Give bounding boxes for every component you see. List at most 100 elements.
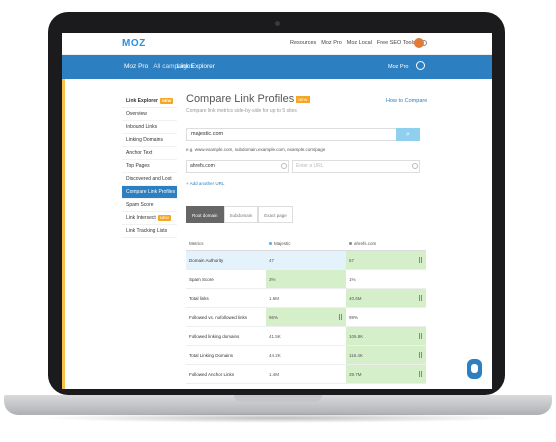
- table-row: Total links 1.6M 40.6M: [186, 289, 426, 308]
- tab-subdomain[interactable]: Subdomain: [223, 206, 259, 223]
- sidebar-item-discovered-lost[interactable]: Discovered and Lost: [122, 173, 177, 186]
- metric-name: Total Linking Domains: [189, 353, 234, 358]
- metric-value-a: 47: [266, 251, 346, 269]
- metric-name: Followed Anchor Links: [189, 372, 235, 377]
- table-row: Followed linking domains 41.5K 106.8K: [186, 327, 426, 346]
- table-row: Spam Score 3% 1%: [186, 270, 426, 289]
- series-dot: [269, 242, 272, 245]
- metric-value-b: 99%: [349, 315, 359, 320]
- sidebar-item-label: Link Intersect: [126, 215, 156, 221]
- tool-title: Link Explorer: [177, 63, 215, 70]
- column-header-site-b: ahrefs.com: [346, 237, 426, 250]
- screen: MOZ Resources Moz Pro Moz Local Free SEO…: [62, 33, 492, 389]
- account-label[interactable]: Moz Pro: [388, 64, 408, 70]
- metric-value-b: 39.7M: [346, 365, 426, 383]
- column-header-site-a: Majestic: [266, 237, 346, 250]
- expand-icon[interactable]: [419, 295, 422, 301]
- section-label: Moz Pro: [124, 63, 149, 70]
- metric-value: 39.7M: [349, 372, 362, 377]
- top-nav: Resources Moz Pro Moz Local Free SEO Too…: [290, 40, 427, 46]
- metric-value: 116.4K: [349, 353, 363, 358]
- expand-icon[interactable]: [419, 371, 422, 377]
- compare-url-input-1[interactable]: ahrefs.com: [186, 160, 289, 173]
- moz-logo[interactable]: MOZ: [122, 38, 146, 49]
- url-input[interactable]: majestic.com: [186, 128, 410, 141]
- url-caption: e.g. www.example.com, subdomain.example.…: [186, 147, 326, 152]
- page-title-text: Compare Link Profiles: [186, 93, 295, 105]
- table-header: Metrics Majestic ahrefs.com: [186, 237, 426, 251]
- clear-icon[interactable]: [412, 163, 418, 169]
- table-row: Total Linking Domains 44.2K 116.4K: [186, 346, 426, 365]
- page-subtitle: Compare link metrics side-by-side for up…: [186, 108, 297, 114]
- table-row: Followed Anchor Links 1.4M 39.7M: [186, 365, 426, 384]
- tool-bar: Moz Pro All campaigns Link Explorer Moz P…: [62, 55, 492, 79]
- metric-value: 106.8K: [349, 334, 364, 339]
- sidebar-item-linking-domains[interactable]: Linking Domains: [122, 134, 177, 147]
- laptop-shadow: [40, 413, 516, 423]
- clear-icon[interactable]: [281, 163, 287, 169]
- sidebar-item-overview[interactable]: Overview: [122, 108, 177, 121]
- new-badge: NEW: [296, 95, 310, 103]
- metric-value-a: 1.6M: [269, 296, 280, 301]
- power-icon[interactable]: [416, 61, 425, 70]
- sidebar-item-anchor-text[interactable]: Anchor Text: [122, 147, 177, 160]
- expand-icon[interactable]: [419, 352, 422, 358]
- metric-value-a: 44.2K: [269, 353, 281, 358]
- metric-value-b: 106.8K: [346, 327, 426, 345]
- metric-value-b: 40.6M: [346, 289, 426, 307]
- metric-value-b: 67: [346, 251, 426, 269]
- tab-exact-page[interactable]: Exact page: [258, 206, 293, 223]
- nav-moz-local[interactable]: Moz Local: [347, 40, 372, 46]
- metric-name: Followed linking domains: [189, 334, 240, 339]
- expand-icon[interactable]: [339, 314, 342, 320]
- tab-root-domain[interactable]: Root domain: [186, 206, 224, 223]
- feedback-tab[interactable]: [62, 79, 65, 389]
- metrics-table: Metrics Majestic ahrefs.com Domain Autho…: [186, 237, 426, 384]
- metric-value-a: 96%: [266, 308, 346, 326]
- top-bar: MOZ Resources Moz Pro Moz Local Free SEO…: [62, 33, 492, 55]
- sidebar-item-inbound-links[interactable]: Inbound Links: [122, 121, 177, 134]
- column-header-metrics: Metrics: [189, 241, 204, 246]
- metric-value-b: 1%: [349, 277, 356, 282]
- search-button[interactable]: ⌕: [396, 128, 420, 141]
- new-badge: NEW: [159, 98, 174, 104]
- table-row: Followed vs. nofollowed links 96% 99%: [186, 308, 426, 327]
- expand-icon[interactable]: [419, 333, 422, 339]
- chat-button[interactable]: [467, 359, 482, 379]
- column-header-label: ahrefs.com: [354, 241, 377, 246]
- metric-value-b: 116.4K: [346, 346, 426, 364]
- avatar[interactable]: [414, 38, 424, 48]
- sidebar-item-spam-score[interactable]: Spam Score: [122, 199, 177, 212]
- laptop-notch: [234, 395, 322, 402]
- compare-url-input-2[interactable]: Enter a URL: [292, 160, 420, 173]
- metric-value-a: 1.4M: [269, 372, 280, 377]
- nav-resources[interactable]: Resources: [290, 40, 316, 46]
- nav-moz-pro[interactable]: Moz Pro: [321, 40, 341, 46]
- camera: [275, 21, 280, 26]
- scope-tabs: Root domain Subdomain Exact page: [186, 206, 293, 223]
- metric-value: 96%: [269, 315, 279, 320]
- add-url-link[interactable]: + Add another URL: [186, 181, 224, 186]
- sidebar-item-label: Link Explorer: [126, 98, 158, 104]
- page-title: Compare Link Profiles NEW: [186, 93, 310, 105]
- metric-value: 67: [349, 258, 355, 263]
- new-badge: NEW: [157, 215, 172, 221]
- how-to-compare-link[interactable]: How to Compare: [386, 98, 427, 104]
- sidebar-item-compare-link-profiles[interactable]: Compare Link Profiles: [122, 186, 177, 199]
- metric-name: Total links: [189, 296, 209, 301]
- nav-free-seo-tools[interactable]: Free SEO Tools: [377, 40, 416, 46]
- column-header-label: Majestic: [274, 241, 291, 246]
- sidebar-item-link-explorer[interactable]: Link Explorer NEW: [122, 95, 177, 108]
- sidebar-item-top-pages[interactable]: Top Pages: [122, 160, 177, 173]
- metric-name: Followed vs. nofollowed links: [189, 315, 248, 320]
- series-dot: [349, 242, 352, 245]
- sidebar-item-link-intersect[interactable]: Link Intersect NEW: [122, 212, 177, 225]
- metric-value-a: 3%: [266, 270, 346, 288]
- sidebar: Link Explorer NEW Overview Inbound Links …: [122, 95, 177, 238]
- metric-value-a: 41.5K: [269, 334, 281, 339]
- expand-icon[interactable]: [419, 257, 422, 263]
- metric-name: Spam Score: [189, 277, 214, 282]
- metric-value: 40.6M: [349, 296, 362, 301]
- laptop-frame: MOZ Resources Moz Pro Moz Local Free SEO…: [0, 0, 556, 442]
- sidebar-item-link-tracking-lists[interactable]: Link Tracking Lists: [122, 225, 177, 238]
